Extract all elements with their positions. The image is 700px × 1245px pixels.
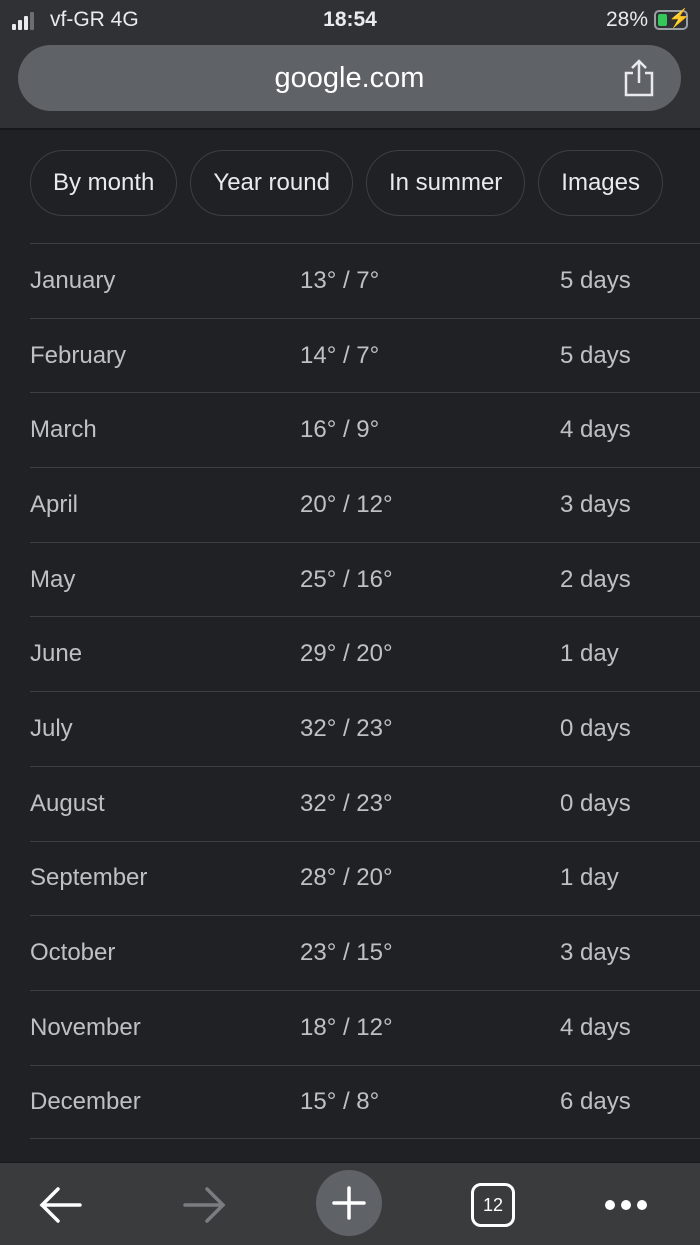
rainy-days: 1 day <box>560 640 619 668</box>
month-name: August <box>30 789 105 817</box>
back-button[interactable] <box>30 1173 90 1237</box>
table-row: March 16° / 9° 4 days <box>30 392 700 467</box>
temperature-range: 25° / 16° <box>300 565 393 593</box>
arrow-right-icon <box>183 1187 226 1223</box>
arrow-left-icon <box>39 1187 82 1223</box>
url-text: google.com <box>274 61 425 94</box>
more-menu-button[interactable] <box>600 1173 652 1237</box>
temperature-range: 28° / 20° <box>300 864 393 892</box>
temperature-range: 14° / 7° <box>300 341 380 369</box>
browser-header: vf-GR 4G 18:54 28% ⚡ google.com <box>0 0 700 130</box>
chip-images[interactable]: Images <box>538 150 663 216</box>
month-name: February <box>30 341 127 369</box>
chip-by-month[interactable]: By month <box>30 150 178 216</box>
rainy-days: 3 days <box>560 939 631 967</box>
bottom-toolbar: 12 <box>0 1162 700 1245</box>
temperature-range: 29° / 20° <box>300 640 393 668</box>
rainy-days: 5 days <box>560 266 631 294</box>
month-name: June <box>30 640 83 668</box>
new-tab-button[interactable] <box>316 1170 382 1236</box>
table-row: November 18° / 12° 4 days <box>30 989 700 1065</box>
month-name: November <box>30 1013 141 1041</box>
table-row: September 28° / 20° 1 day <box>30 840 700 916</box>
clock: 18:54 <box>323 8 377 31</box>
forward-button[interactable] <box>175 1173 235 1237</box>
temperature-range: 23° / 15° <box>300 939 393 967</box>
more-dots-icon <box>605 1200 647 1210</box>
table-row: February 14° / 7° 5 days <box>30 317 700 393</box>
temperature-range: 32° / 23° <box>300 789 393 817</box>
table-row: May 25° / 16° 2 days <box>30 541 700 617</box>
month-name: March <box>30 416 97 444</box>
rainy-days: 4 days <box>560 416 631 444</box>
chip-year-round[interactable]: Year round <box>190 150 353 216</box>
month-name: April <box>30 490 79 518</box>
table-row: October 23° / 15° 3 days <box>30 915 700 990</box>
rainy-days: 3 days <box>560 490 631 518</box>
temperature-range: 18° / 12° <box>300 1013 393 1041</box>
month-name: May <box>30 565 76 593</box>
address-bar[interactable]: google.com <box>18 45 681 111</box>
temperature-range: 32° / 23° <box>300 714 393 742</box>
month-name: January <box>30 266 116 294</box>
month-name: September <box>30 864 148 892</box>
table-row: June 29° / 20° 1 day <box>30 616 700 691</box>
monthly-weather-table: January 13° / 7° 5 days February 14° / 7° 5 d… <box>30 243 700 1140</box>
rainy-days: 0 days <box>560 714 631 742</box>
month-name: July <box>30 714 73 742</box>
table-row: December 15° / 8° 6 days <box>30 1064 700 1140</box>
rainy-days: 6 days <box>560 1087 631 1115</box>
temperature-range: 15° / 8° <box>300 1087 380 1115</box>
share-icon[interactable] <box>623 59 655 97</box>
rainy-days: 2 days <box>560 565 631 593</box>
status-bar: vf-GR 4G 18:54 28% ⚡ <box>0 6 700 34</box>
chip-in-summer[interactable]: In summer <box>365 150 526 216</box>
tab-switcher-button[interactable]: 12 <box>471 1173 515 1237</box>
table-row: April 20° / 12° 3 days <box>30 467 700 542</box>
battery-charging-icon: ⚡ <box>654 8 690 30</box>
table-row: July 32° / 23° 0 days <box>30 691 700 766</box>
table-row: January 13° / 7° 5 days <box>30 243 700 318</box>
month-name: October <box>30 939 116 967</box>
temperature-range: 13° / 7° <box>300 266 380 294</box>
temperature-range: 16° / 9° <box>300 416 380 444</box>
plus-icon <box>332 1186 366 1220</box>
rainy-days: 4 days <box>560 1013 631 1041</box>
battery-percent: 28% <box>605 8 648 31</box>
tab-count: 12 <box>471 1183 515 1227</box>
rainy-days: 0 days <box>560 789 631 817</box>
rainy-days: 5 days <box>560 341 631 369</box>
filter-chips: By month Year round In summer Images <box>30 150 663 216</box>
temperature-range: 20° / 12° <box>300 490 393 518</box>
rainy-days: 1 day <box>560 864 619 892</box>
month-name: December <box>30 1087 141 1115</box>
table-row: August 32° / 23° 0 days <box>30 765 700 841</box>
